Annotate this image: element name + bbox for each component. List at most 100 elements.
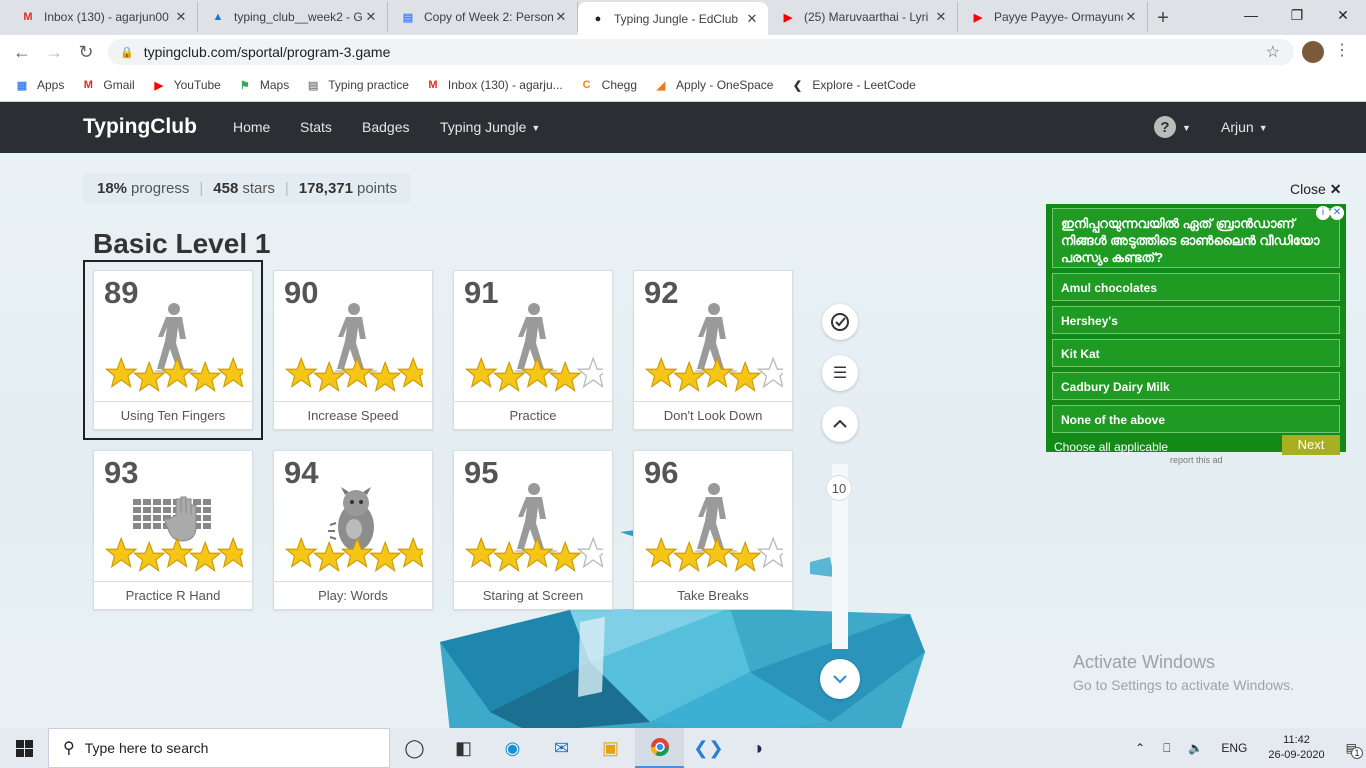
notifications-icon[interactable]: ▤ 1: [1346, 741, 1363, 759]
lesson-card-96[interactable]: 96 Take Breaks: [633, 450, 793, 610]
browser-tab[interactable]: ▲ typing_club__week2 - G ✕: [198, 2, 388, 32]
browser-tab[interactable]: M Inbox (130) - agarjun00 ✕: [8, 2, 198, 32]
close-tab-icon[interactable]: ✕: [933, 9, 949, 25]
browser-toolbar: ← → ↻ 🔒 typingclub.com/sportal/program-3…: [0, 35, 1366, 69]
profile-avatar[interactable]: [1302, 41, 1324, 63]
ad-info-icon[interactable]: i: [1316, 206, 1330, 220]
vscode-icon[interactable]: ❮❯: [684, 728, 733, 768]
browser-tab[interactable]: ● Typing Jungle - EdClub ✕: [578, 2, 768, 35]
close-tab-icon[interactable]: ✕: [173, 9, 189, 25]
bookmark-item[interactable]: ▤ Typing practice: [305, 77, 409, 93]
new-tab-button[interactable]: +: [1148, 3, 1178, 33]
bookmark-item[interactable]: M Inbox (130) - agarju...: [425, 77, 562, 93]
clock[interactable]: 11:42 26-09-2020: [1268, 733, 1324, 763]
close-tab-icon[interactable]: ✕: [363, 9, 379, 25]
bookmark-item[interactable]: ▦ Apps: [14, 77, 65, 93]
volume-icon[interactable]: 🔈: [1188, 741, 1203, 755]
lesson-card-90[interactable]: 90 Increase Speed: [273, 270, 433, 430]
taskbar-search[interactable]: ⚲ Type here to search: [48, 728, 390, 768]
help-icon[interactable]: ?: [1154, 116, 1176, 138]
edclub-icon: ●: [594, 12, 602, 25]
user-menu[interactable]: Arjun ▼: [1221, 119, 1268, 135]
chevron-down-icon[interactable]: [820, 659, 860, 699]
close-tab-icon[interactable]: ✕: [1123, 9, 1139, 25]
bookmark-item[interactable]: C Chegg: [579, 77, 637, 93]
level-page-number[interactable]: 10: [826, 475, 852, 501]
task-view-icon[interactable]: ◧: [439, 728, 488, 768]
cortana-icon[interactable]: ◯: [390, 728, 439, 768]
lesson-card-93[interactable]: 93 Practice R Hand: [93, 450, 253, 610]
close-icon: ✕: [1329, 181, 1342, 197]
close-ad-button[interactable]: Close ✕: [1290, 181, 1341, 198]
menu-icon[interactable]: ☰: [822, 355, 858, 391]
nav-typing-jungle[interactable]: Typing Jungle ▼: [440, 119, 540, 135]
system-tray: ⌃ ⎕ 🔈 ENG 11:42 26-09-2020 ▤ 1: [1126, 728, 1366, 768]
ad-option[interactable]: None of the above: [1052, 405, 1340, 433]
windows-start-icon[interactable]: [0, 728, 48, 768]
back-arrow-icon[interactable]: ←: [6, 42, 38, 63]
bookmark-item[interactable]: ❮ Explore - LeetCode: [789, 77, 916, 93]
report-ad-link[interactable]: report this ad: [1170, 455, 1223, 465]
browser-tab[interactable]: ▤ Copy of Week 2: Person ✕: [388, 2, 578, 32]
file-explorer-icon[interactable]: ▣: [586, 728, 635, 768]
star-rating: [284, 356, 423, 392]
lesson-label: Take Breaks: [634, 581, 792, 609]
lesson-card-91[interactable]: 91 Practice: [453, 270, 613, 430]
ad-option[interactable]: Hershey's: [1052, 306, 1340, 334]
chevron-up-icon[interactable]: ⌃: [1135, 741, 1145, 755]
ad-option[interactable]: Kit Kat: [1052, 339, 1340, 367]
bookmark-star-icon[interactable]: ☆: [1266, 42, 1280, 62]
minimize-icon[interactable]: —: [1228, 0, 1274, 30]
network-icon[interactable]: ⎕: [1163, 741, 1170, 756]
lock-icon: 🔒: [120, 46, 134, 59]
checkmark-icon[interactable]: [822, 304, 858, 340]
close-tab-icon[interactable]: ✕: [744, 11, 760, 27]
tab-title: Typing Jungle - EdClub: [614, 11, 739, 26]
bookmark-item[interactable]: M Gmail: [80, 77, 135, 93]
lesson-card-95[interactable]: 95 Staring at Screen: [453, 450, 613, 610]
browser-menu-icon[interactable]: ⋮: [1334, 40, 1350, 60]
lesson-card-94[interactable]: 94 Play: Words: [273, 450, 433, 610]
eclipse-icon[interactable]: ◑: [733, 728, 782, 768]
google-docs-icon: ▤: [402, 11, 414, 24]
mail-icon[interactable]: ✉: [537, 728, 586, 768]
gmail-icon: M: [23, 11, 33, 23]
lesson-number: 91: [464, 275, 499, 310]
nav-stats[interactable]: Stats: [300, 119, 332, 135]
lesson-number: 89: [104, 275, 139, 310]
help-caret-icon[interactable]: ▼: [1182, 123, 1191, 133]
close-window-icon[interactable]: ✕: [1320, 0, 1366, 30]
close-tab-icon[interactable]: ✕: [553, 9, 569, 25]
bookmark-label: Chegg: [601, 78, 638, 92]
address-bar[interactable]: 🔒 typingclub.com/sportal/program-3.game …: [108, 39, 1294, 65]
lesson-card-92[interactable]: 92 Don't Look Down: [633, 270, 793, 430]
ad-option[interactable]: Cadbury Dairy Milk: [1052, 372, 1340, 400]
browser-tab[interactable]: ▶ (25) Maruvaarthai - Lyri ✕: [768, 2, 958, 32]
lesson-card-89[interactable]: 89 Using Ten Fingers: [83, 260, 263, 440]
stars-label: stars: [242, 179, 275, 197]
typingclub-logo[interactable]: TypingClub: [83, 115, 197, 139]
ad-next-button[interactable]: Next: [1282, 435, 1340, 455]
forward-arrow-icon[interactable]: →: [38, 42, 70, 63]
edge-icon[interactable]: ◉: [488, 728, 537, 768]
chevron-up-icon[interactable]: [822, 406, 858, 442]
gmail-icon: M: [428, 79, 438, 91]
bookmark-item[interactable]: ⚑ Maps: [237, 77, 289, 93]
points-label: points: [356, 179, 398, 197]
reload-icon[interactable]: ↻: [70, 42, 102, 63]
bookmark-item[interactable]: ◢ Apply - OneSpace: [653, 77, 774, 93]
ad-close-icon[interactable]: ✕: [1330, 206, 1344, 220]
window-controls: — ❐ ✕: [1228, 0, 1366, 30]
watermark-title: Activate Windows: [1073, 652, 1216, 672]
taskbar-search-placeholder: Type here to search: [84, 740, 209, 756]
lesson-number: 93: [104, 455, 139, 490]
ad-option[interactable]: Amul chocolates: [1052, 273, 1340, 301]
bookmark-item[interactable]: ▶ YouTube: [151, 77, 220, 93]
language-indicator[interactable]: ENG: [1221, 741, 1247, 755]
browser-tab[interactable]: ▶ Payye Payye- Ormayunc ✕: [958, 2, 1148, 32]
nav-home[interactable]: Home: [233, 119, 270, 135]
maximize-icon[interactable]: ❐: [1274, 0, 1320, 30]
chrome-icon[interactable]: [635, 728, 684, 768]
bookmark-label: Explore - LeetCode: [812, 78, 916, 92]
nav-badges[interactable]: Badges: [362, 119, 409, 135]
